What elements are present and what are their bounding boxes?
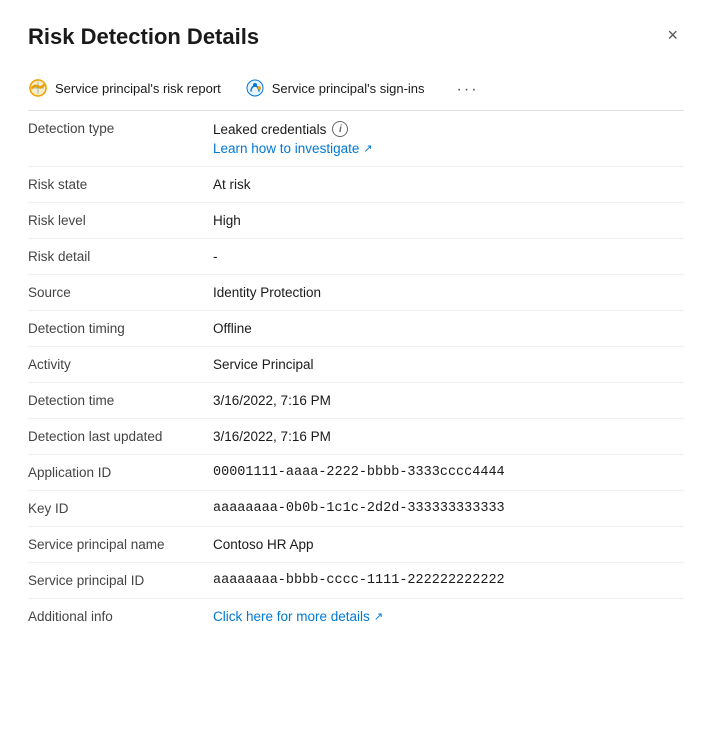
field-value-source: Identity Protection xyxy=(213,275,684,311)
info-icon[interactable]: i xyxy=(332,121,348,137)
tab-risk-report-label: Service principal's risk report xyxy=(55,81,221,96)
field-value-key-id: aaaaaaaa-0b0b-1c1c-2d2d-333333333333 xyxy=(213,491,684,527)
field-label-risk-level: Risk level xyxy=(28,203,213,239)
nav-tabs: Service principal's risk report Service … xyxy=(28,70,684,111)
table-row: Activity Service Principal xyxy=(28,347,684,383)
field-label-additional-info: Additional info xyxy=(28,599,213,635)
field-label-service-principal-name: Service principal name xyxy=(28,527,213,563)
risk-report-icon xyxy=(28,78,48,98)
field-value-detection-time: 3/16/2022, 7:16 PM xyxy=(213,383,684,419)
more-options-button[interactable]: ··· xyxy=(449,77,487,103)
detection-type-cell: Leaked credentials i Learn how to invest… xyxy=(213,121,684,156)
close-button[interactable]: × xyxy=(661,24,684,46)
click-here-label: Click here for more details xyxy=(213,609,370,624)
risk-detection-panel: Risk Detection Details × Service princip… xyxy=(0,0,712,755)
tab-risk-report[interactable]: Service principal's risk report xyxy=(28,70,235,110)
table-row: Detection type Leaked credentials i Lear… xyxy=(28,111,684,167)
external-link-icon: ↗ xyxy=(363,142,372,155)
tab-sign-ins[interactable]: Service principal's sign-ins xyxy=(245,70,439,110)
field-value-additional-info: Click here for more details ↗ xyxy=(213,599,684,635)
panel-title: Risk Detection Details xyxy=(28,24,259,50)
details-table: Detection type Leaked credentials i Lear… xyxy=(28,111,684,634)
table-row: Service principal name Contoso HR App xyxy=(28,527,684,563)
detection-type-row: Leaked credentials i xyxy=(213,121,684,137)
field-label-detection-timing: Detection timing xyxy=(28,311,213,347)
table-row: Application ID 00001111-aaaa-2222-bbbb-3… xyxy=(28,455,684,491)
field-label-activity: Activity xyxy=(28,347,213,383)
field-value-application-id: 00001111-aaaa-2222-bbbb-3333cccc4444 xyxy=(213,455,684,491)
field-value-service-principal-name: Contoso HR App xyxy=(213,527,684,563)
field-label-risk-detail: Risk detail xyxy=(28,239,213,275)
table-row: Key ID aaaaaaaa-0b0b-1c1c-2d2d-333333333… xyxy=(28,491,684,527)
field-label-service-principal-id: Service principal ID xyxy=(28,563,213,599)
table-row: Detection time 3/16/2022, 7:16 PM xyxy=(28,383,684,419)
table-row: Risk detail - xyxy=(28,239,684,275)
field-value-service-principal-id: aaaaaaaa-bbbb-cccc-1111-222222222222 xyxy=(213,563,684,599)
detection-type-value: Leaked credentials xyxy=(213,122,326,137)
field-value-detection-timing: Offline xyxy=(213,311,684,347)
field-label-risk-state: Risk state xyxy=(28,167,213,203)
table-row: Additional info Click here for more deta… xyxy=(28,599,684,635)
click-here-link[interactable]: Click here for more details ↗ xyxy=(213,609,383,624)
field-value-risk-state: At risk xyxy=(213,167,684,203)
learn-how-link[interactable]: Learn how to investigate ↗ xyxy=(213,141,684,156)
external-link-icon-2: ↗ xyxy=(374,610,383,623)
field-value-detection-type: Leaked credentials i Learn how to invest… xyxy=(213,111,684,167)
field-value-detection-last-updated: 3/16/2022, 7:16 PM xyxy=(213,419,684,455)
table-row: Service principal ID aaaaaaaa-bbbb-cccc-… xyxy=(28,563,684,599)
tab-sign-ins-label: Service principal's sign-ins xyxy=(272,81,425,96)
field-label-detection-time: Detection time xyxy=(28,383,213,419)
table-row: Risk level High xyxy=(28,203,684,239)
field-value-activity: Service Principal xyxy=(213,347,684,383)
field-label-source: Source xyxy=(28,275,213,311)
table-row: Detection timing Offline xyxy=(28,311,684,347)
table-row: Source Identity Protection xyxy=(28,275,684,311)
panel-header: Risk Detection Details × xyxy=(28,24,684,50)
sign-ins-icon xyxy=(245,78,265,98)
field-label-application-id: Application ID xyxy=(28,455,213,491)
field-label-detection-last-updated: Detection last updated xyxy=(28,419,213,455)
learn-how-label: Learn how to investigate xyxy=(213,141,359,156)
field-value-risk-detail: - xyxy=(213,239,684,275)
field-label-detection-type: Detection type xyxy=(28,111,213,167)
table-row: Risk state At risk xyxy=(28,167,684,203)
table-row: Detection last updated 3/16/2022, 7:16 P… xyxy=(28,419,684,455)
field-value-risk-level: High xyxy=(213,203,684,239)
field-label-key-id: Key ID xyxy=(28,491,213,527)
